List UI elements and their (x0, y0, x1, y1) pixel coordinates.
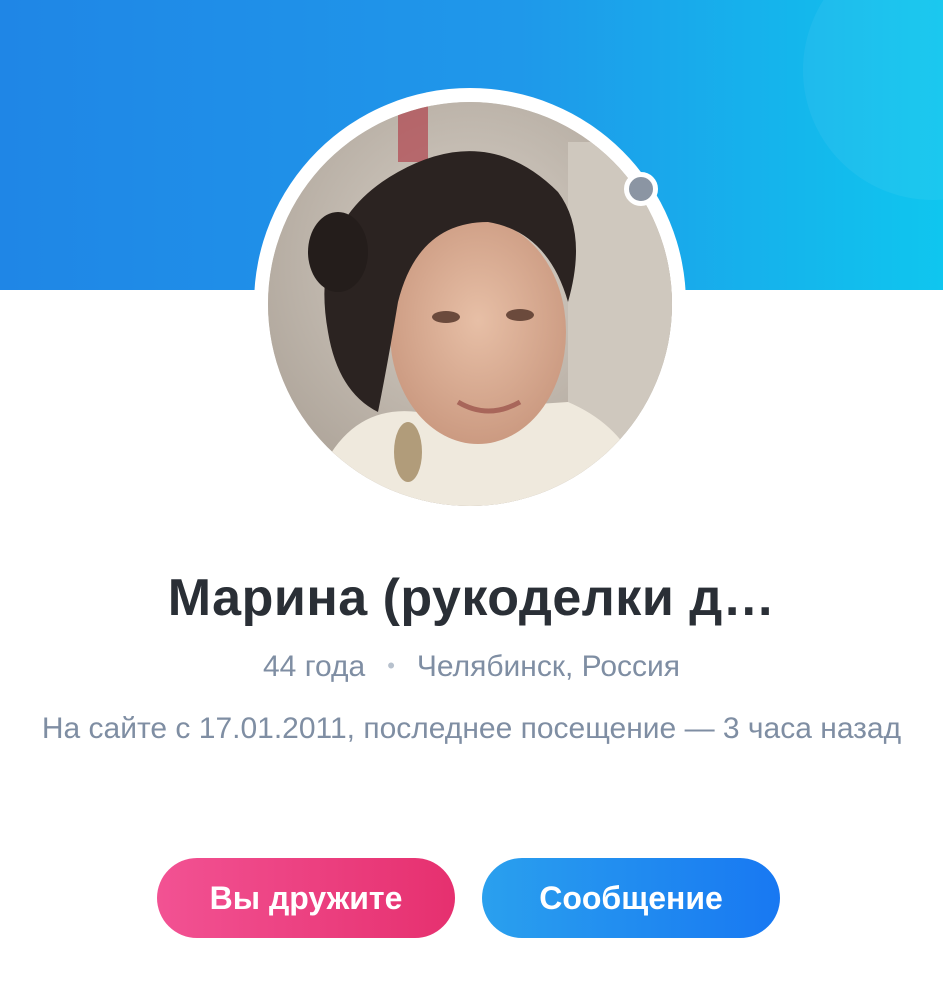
avatar-frame (254, 88, 686, 520)
avatar-photo (268, 102, 672, 506)
profile-age: 44 года (262, 650, 366, 683)
friends-button[interactable]: Вы дружите (157, 858, 455, 938)
profile-name: Марина (рукоделки д… (167, 569, 776, 627)
meta-separator: • (387, 653, 395, 678)
status-dot-icon (624, 172, 658, 206)
profile-meta: 44 года • Челябинск, Россия (0, 650, 943, 684)
profile-location: Челябинск, Россия (416, 650, 681, 683)
profile-last-seen: На сайте с 17.01.2011, последнее посещен… (41, 712, 902, 745)
message-button[interactable]: Сообщение (482, 858, 780, 938)
avatar[interactable] (268, 102, 672, 506)
profile-page: Марина (рукоделки д… 44 года • Челябинск, … (0, 0, 943, 1000)
